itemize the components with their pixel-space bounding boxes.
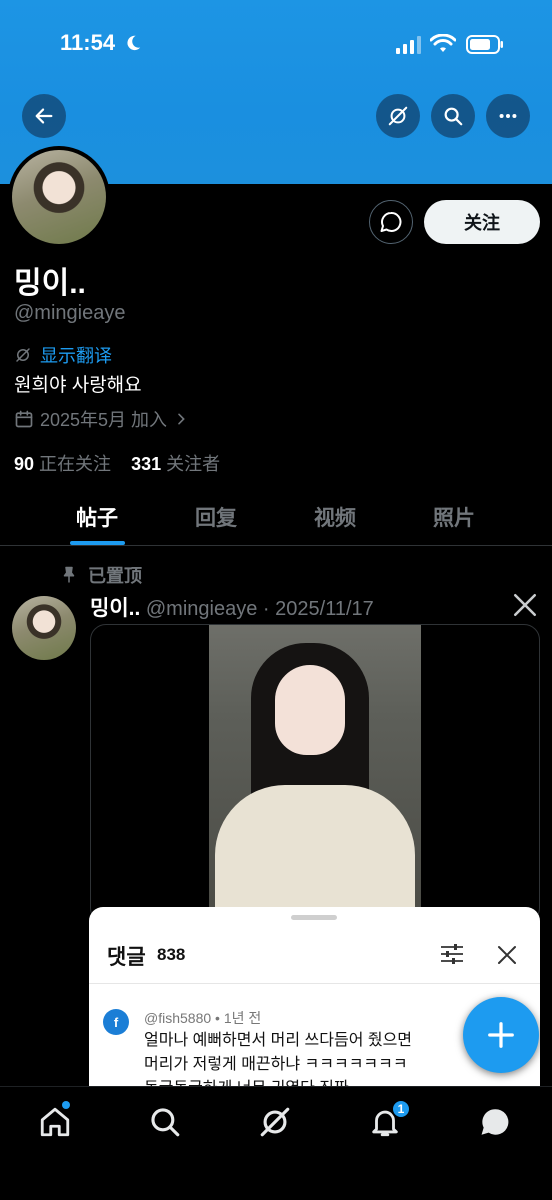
nav-grok[interactable] bbox=[258, 1105, 292, 1139]
comment-text: 얼마나 예뻐하면서 머리 쓰다듬어 줬으면 머리가 저렇게 매끈하냐 ㅋㅋㅋㅋㅋ… bbox=[144, 1029, 444, 1087]
chat-icon bbox=[481, 1109, 509, 1135]
filter-icon[interactable] bbox=[439, 943, 465, 965]
more-icon bbox=[499, 113, 517, 119]
bottom-navigation: 1 bbox=[0, 1086, 552, 1200]
comments-count: 838 bbox=[157, 945, 186, 964]
grok-button[interactable] bbox=[376, 94, 420, 138]
post-photo bbox=[209, 625, 421, 923]
tab-posts[interactable]: 帖子 bbox=[76, 502, 118, 532]
profile-tabs: 帖子 回复 视频 照片 bbox=[0, 490, 552, 546]
x-logo-icon bbox=[513, 593, 537, 617]
pinned-label: 已置顶 bbox=[88, 566, 142, 586]
tab-photos[interactable]: 照片 bbox=[433, 502, 475, 532]
comment-user[interactable]: @fish5880 bbox=[144, 1010, 211, 1026]
pin-icon bbox=[63, 566, 75, 583]
commenter-avatar[interactable]: f bbox=[103, 1009, 129, 1035]
back-arrow-icon bbox=[35, 108, 53, 124]
compose-post-button[interactable] bbox=[463, 997, 539, 1073]
post-author-avatar[interactable] bbox=[12, 596, 76, 660]
nav-home[interactable] bbox=[38, 1105, 72, 1139]
active-tab-indicator bbox=[70, 541, 125, 545]
post-header: 밍이.. @mingieaye · 2025/11/17 bbox=[90, 592, 374, 622]
translate-link[interactable]: 显示翻译 bbox=[14, 342, 112, 368]
joined-date[interactable]: 2025年5月 加入 bbox=[14, 406, 189, 432]
post-author-handle: @mingieaye bbox=[145, 598, 258, 620]
following-link[interactable]: 90 正在关注 bbox=[14, 454, 111, 474]
battery-icon bbox=[466, 35, 503, 54]
follow-button[interactable]: 关注 bbox=[424, 200, 540, 244]
comment-line: 머리가 저렇게 매끈하냐 ㅋㅋㅋㅋㅋㅋㅋ bbox=[144, 1056, 408, 1073]
translate-label: 显示翻译 bbox=[40, 346, 112, 366]
followers-count: 331 bbox=[131, 454, 162, 474]
profile-avatar[interactable] bbox=[8, 146, 110, 248]
comment-time: • 1년 전 bbox=[215, 1010, 262, 1026]
post-media[interactable] bbox=[90, 624, 540, 924]
joined-label: 2025年5月 加入 bbox=[40, 410, 168, 430]
sheet-divider bbox=[89, 983, 540, 984]
translate-icon bbox=[16, 348, 30, 362]
search-icon bbox=[151, 1108, 180, 1137]
comments-title: 댓글 bbox=[107, 946, 146, 969]
comment-line: 얼마나 예뻐하면서 머리 쓰다듬어 줬으면 bbox=[144, 1032, 413, 1049]
status-bar: 11:54 bbox=[0, 0, 552, 90]
nav-search[interactable] bbox=[148, 1105, 182, 1139]
follow-counts: 90 正在关注 331 关注者 bbox=[14, 450, 220, 476]
search-icon bbox=[444, 107, 463, 126]
plus-icon bbox=[488, 1022, 514, 1048]
comment-meta: @fish5880 • 1년 전 bbox=[144, 1008, 261, 1028]
back-button[interactable] bbox=[22, 94, 66, 138]
chevron-right-icon bbox=[178, 413, 185, 425]
following-count: 90 bbox=[14, 454, 35, 474]
grok-icon bbox=[260, 1107, 290, 1137]
tab-replies[interactable]: 回复 bbox=[195, 502, 237, 532]
home-icon bbox=[40, 1107, 70, 1137]
followers-label: 关注者 bbox=[166, 454, 221, 474]
following-label: 正在关注 bbox=[39, 454, 112, 474]
message-button[interactable] bbox=[369, 200, 413, 244]
calendar-icon bbox=[15, 410, 33, 428]
profile-bio: 원희야 사랑해요 bbox=[14, 375, 142, 396]
pinned-indicator: 已置顶 bbox=[60, 562, 142, 588]
post-date: 2025/11/17 bbox=[275, 598, 374, 620]
cellular-signal-icon bbox=[396, 36, 421, 54]
nav-messages[interactable] bbox=[478, 1105, 512, 1139]
more-button[interactable] bbox=[486, 94, 530, 138]
status-time: 11:54 bbox=[60, 30, 116, 55]
search-button[interactable] bbox=[431, 94, 475, 138]
close-icon[interactable] bbox=[497, 945, 517, 965]
sheet-grip[interactable] bbox=[291, 915, 337, 920]
grok-icon bbox=[388, 106, 408, 126]
moon-icon bbox=[127, 35, 141, 51]
wifi-icon bbox=[430, 34, 456, 52]
followers-link[interactable]: 331 关注者 bbox=[131, 454, 220, 474]
notifications-badge: 1 bbox=[391, 1099, 411, 1119]
tab-videos[interactable]: 视频 bbox=[314, 502, 356, 532]
profile-name: 밍이.. bbox=[14, 267, 86, 300]
post-author-name[interactable]: 밍이.. bbox=[90, 597, 140, 620]
home-unread-dot bbox=[62, 1101, 70, 1109]
post-separator: · bbox=[262, 598, 270, 620]
profile-handle: @mingieaye bbox=[14, 302, 126, 324]
message-icon bbox=[380, 211, 402, 232]
